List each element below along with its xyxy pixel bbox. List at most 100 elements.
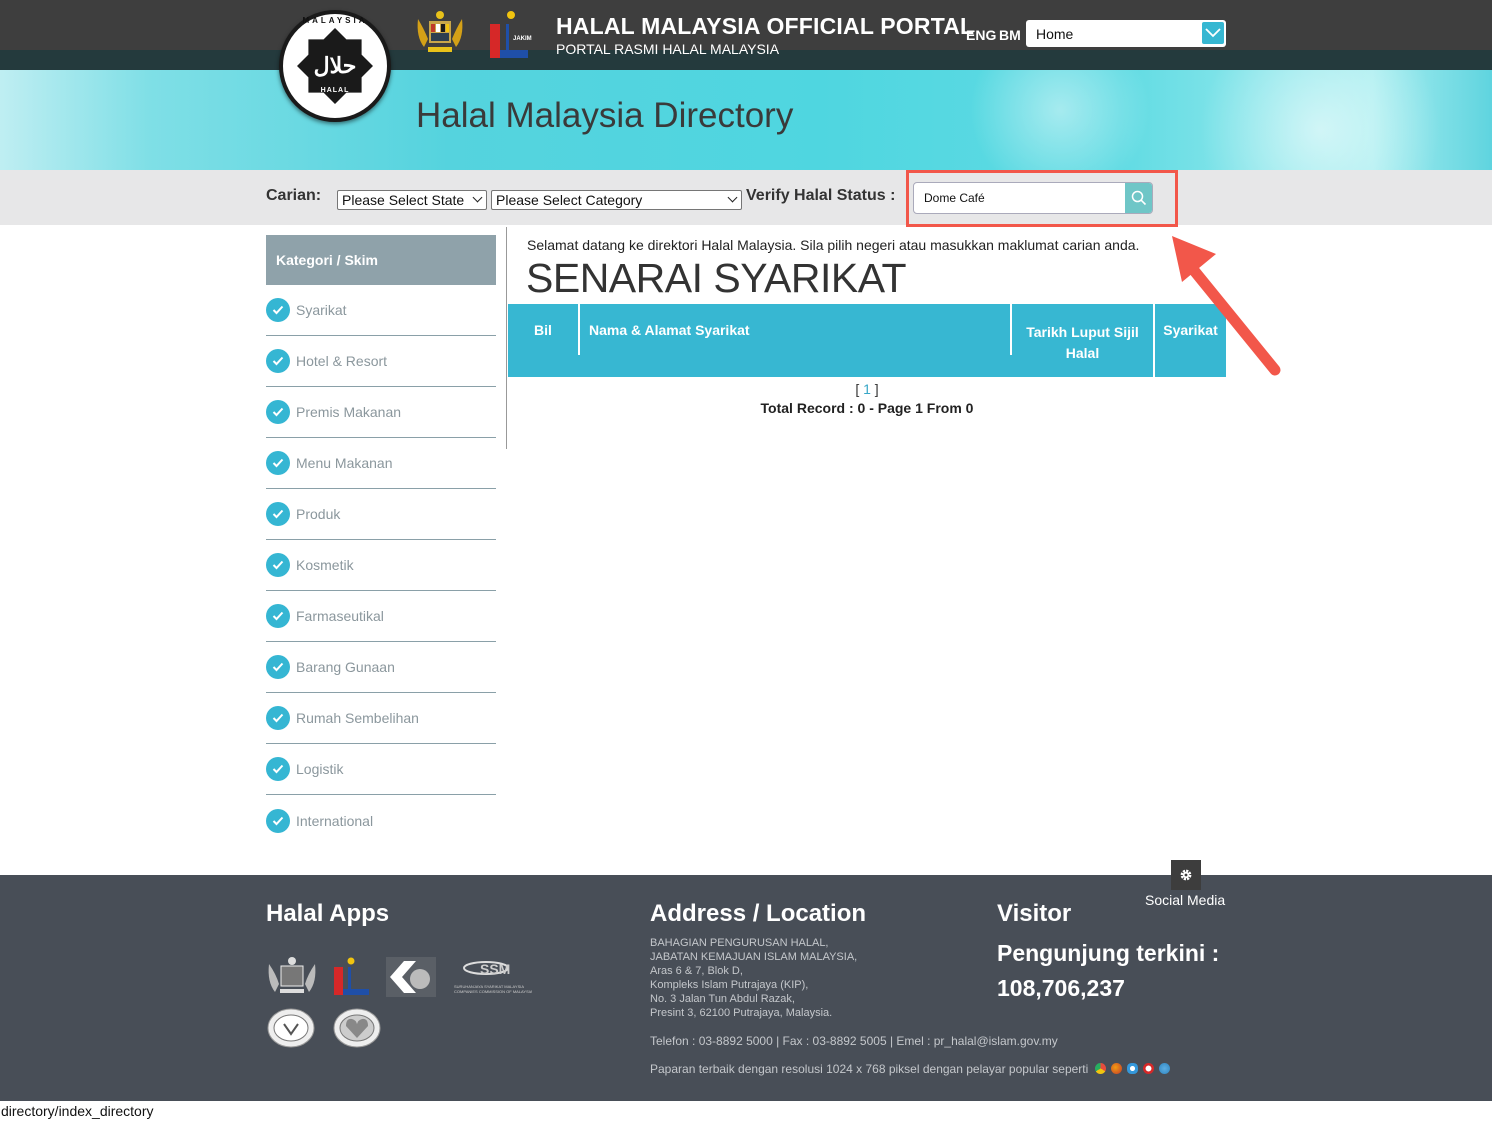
chevron-down-icon [472,192,483,203]
nav-select-value: Home [1036,26,1074,42]
chrome-icon [1095,1063,1106,1074]
sidebar-category-list: Syarikat Hotel & Resort Premis Makanan Menu… [266,285,496,846]
check-circle-icon [266,451,290,475]
sidebar-item-label: Syarikat [296,302,347,318]
app-consumer-icon[interactable] [332,1008,382,1048]
verify-halal-label: Verify Halal Status : [746,187,896,204]
svg-text:JAKIM: JAKIM [513,36,532,42]
column-header-bil[interactable]: Bil [508,304,578,377]
pager-bracket-open: [ [855,381,860,397]
check-circle-icon [266,349,290,373]
address-text: BAHAGIAN PENGURUSAN HALAL, JABATAN KEMAJ… [650,937,858,1019]
verify-halal-input[interactable] [914,183,1126,213]
sidebar-item-label: Produk [296,506,341,522]
carian-label: Carian: [266,187,322,204]
safari-icon [1159,1063,1170,1074]
sidebar-item-label: Menu Makanan [296,455,393,471]
sidebar-item-label: Farmaseutikal [296,608,384,624]
logo-sub-text: HALAL [320,87,350,94]
pager-bracket-close: ] [874,381,879,397]
check-circle-icon [266,655,290,679]
logo-arabic-text: حلال [313,53,357,79]
lang-bm-link[interactable]: BM [999,27,1021,43]
sidebar-item-menu-makanan[interactable]: Menu Makanan [266,438,496,489]
lang-eng-link[interactable]: ENG [966,27,996,43]
visitor-heading: Visitor [997,900,1072,927]
state-select[interactable]: Please Select State [337,190,487,210]
address-heading: Address / Location [650,900,867,927]
column-header-tarikh[interactable]: Tarikh Luput Sijil Halal [1010,304,1153,361]
verify-search-field [913,182,1153,214]
sidebar-item-logistik[interactable]: Logistik [266,744,496,795]
check-circle-icon [266,298,290,322]
check-circle-icon [266,604,290,628]
status-bar-url: directory/index_directory [0,1101,1492,1121]
visitor-count: 108,706,237 [997,975,1125,1001]
sidebar-item-kosmetik[interactable]: Kosmetik [266,540,496,591]
check-circle-icon [266,400,290,424]
directory-title: Halal Malaysia Directory [416,96,794,135]
sidebar-item-label: International [296,812,374,829]
content-divider [506,227,507,449]
chevron-down-icon [1202,22,1224,44]
portal-subtitle: PORTAL RASMI HALAL MALAYSIA [556,41,780,57]
sidebar-item-label: Barang Gunaan [296,659,395,675]
browser-icons [1095,1063,1170,1074]
sidebar-item-label: Kosmetik [296,557,354,573]
app-veterinary-icon[interactable] [266,1008,316,1048]
check-circle-icon [266,808,290,833]
welcome-text: Selamat datang ke direktori Halal Malays… [527,237,1140,253]
pagination: [ 1 ] [508,381,1226,397]
column-header-nama[interactable]: Nama & Alamat Syarikat [578,304,1010,355]
app-ssm-icon[interactable]: SSM SURUHANJAYA SYARIKAT MALAYSIA COMPAN… [452,956,532,996]
logo-ring-text: MALAYSIA [302,16,368,25]
category-select[interactable]: Please Select Category [491,190,742,210]
firefox-icon [1111,1063,1122,1074]
state-select-value: Please Select State [342,192,465,208]
sidebar-item-produk[interactable]: Produk [266,489,496,540]
halal-apps-heading: Halal Apps [266,900,390,927]
total-record-text: Total Record : 0 - Page 1 From 0 [760,400,974,416]
check-circle-icon [266,706,290,730]
sidebar-item-rumah-sembelihan[interactable]: Rumah Sembelihan [266,693,496,744]
visitor-label: Pengunjung terkini : [997,940,1220,966]
category-select-value: Please Select Category [496,192,643,208]
sidebar-item-barang-gunaan[interactable]: Barang Gunaan [266,642,496,693]
social-media-button[interactable] [1171,860,1201,890]
ie-icon [1127,1063,1138,1074]
best-view-text: Paparan terbaik dengan resolusi 1024 x 7… [650,1062,1089,1076]
sidebar-item-syarikat[interactable]: Syarikat [266,285,496,336]
sidebar-item-label: Rumah Sembelihan [296,710,419,726]
app-crest-icon[interactable] [266,956,318,996]
opera-icon [1143,1063,1154,1074]
check-circle-icon [266,757,290,781]
gear-icon [1180,869,1192,881]
search-icon [1131,190,1146,206]
sidebar-item-label: Hotel & Resort [296,353,388,369]
sidebar-item-farmaseutikal[interactable]: Farmaseutikal [266,591,496,642]
sidebar-item-premis-makanan[interactable]: Premis Makanan [266,387,496,438]
check-circle-icon [266,553,290,577]
search-button[interactable] [1125,183,1152,213]
sidebar-item-international[interactable]: International [266,795,496,846]
social-media-label[interactable]: Social Media [1145,892,1225,908]
check-circle-icon [266,502,290,526]
jakim-logo-icon: JAKIM [490,11,532,58]
app-kpdn-icon[interactable] [386,957,436,997]
page-link-1[interactable]: 1 [863,381,871,397]
sidebar-item-label: Logistik [296,761,344,777]
nav-select[interactable]: Home [1026,20,1226,47]
sidebar-heading: Kategori / Skim [266,235,496,285]
halal-malaysia-logo[interactable]: MALAYSIA حلال HALAL [279,10,391,122]
contact-info: Telefon : 03-8892 5000 | Fax : 03-8892 5… [650,1034,1058,1048]
government-crest-icon [417,11,463,52]
sidebar-item-label: Premis Makanan [296,404,402,420]
portal-title: HALAL MALAYSIA OFFICIAL PORTAL [556,13,975,39]
svg-text:COMPANIES COMMISSION OF MALAYS: COMPANIES COMMISSION OF MALAYSIA [454,989,532,994]
results-table-header: Bil Nama & Alamat Syarikat Tarikh Luput … [508,304,1226,377]
app-jakim-icon[interactable] [332,957,372,997]
column-header-syarikat[interactable]: Syarikat [1153,304,1226,377]
sidebar-item-hotel-resort[interactable]: Hotel & Resort [266,336,496,387]
chevron-down-icon [727,192,738,203]
svg-text:SSM: SSM [480,961,510,977]
